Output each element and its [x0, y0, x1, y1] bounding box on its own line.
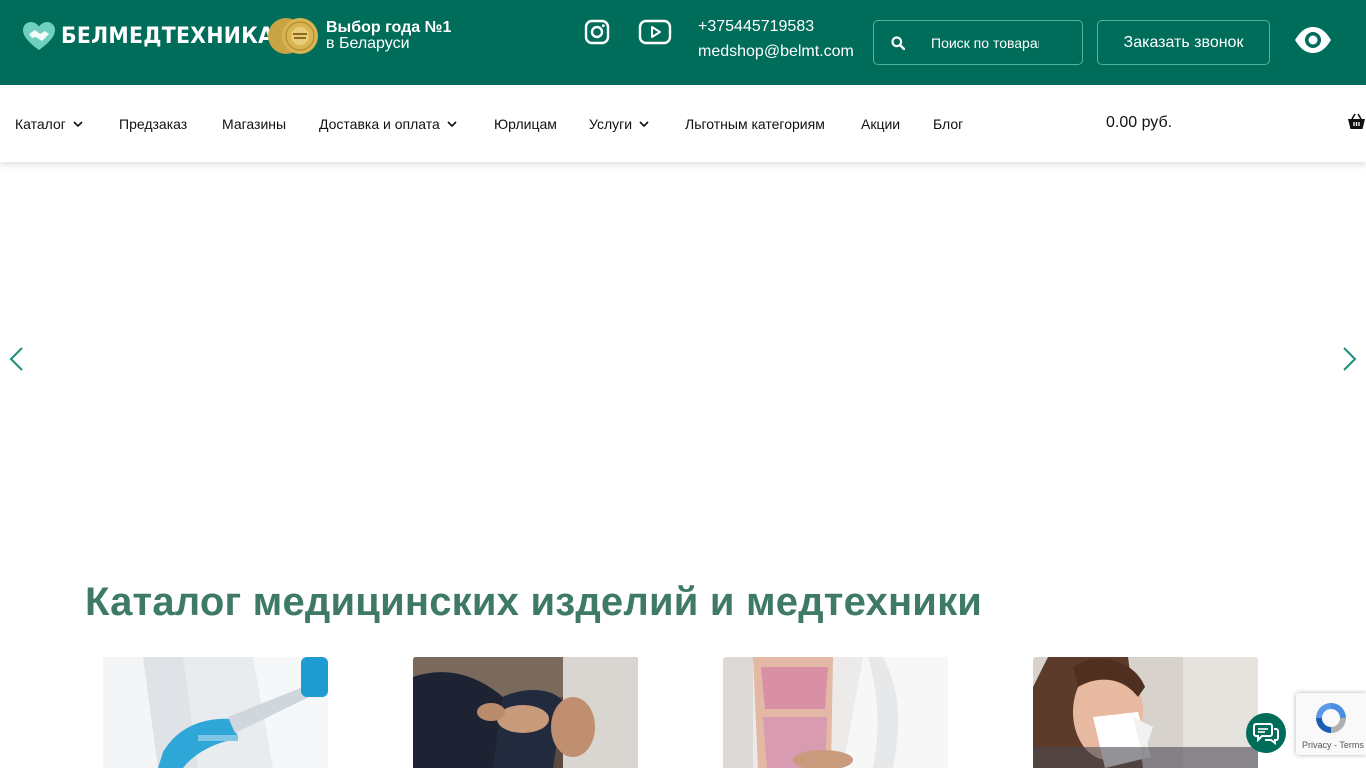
- nav-item-benefits[interactable]: Льготным категориям: [685, 116, 825, 132]
- nav-item-label: Услуги: [589, 116, 633, 132]
- woman-sneezing-photo: [1033, 657, 1258, 768]
- nav-item-blog[interactable]: Блог: [933, 116, 963, 132]
- search-box: [873, 20, 1083, 65]
- recaptcha-badge[interactable]: Privacy - Terms: [1296, 693, 1366, 755]
- nav-item-label: Предзаказ: [119, 116, 188, 132]
- eye-icon[interactable]: [1294, 26, 1332, 54]
- award-medal-icon: [268, 18, 318, 54]
- nav-item-legal[interactable]: Юрлицам: [494, 116, 557, 132]
- catalog-card-knee[interactable]: [413, 657, 638, 768]
- brand-logo[interactable]: БЕЛМЕДТЕХНИКА: [22, 20, 290, 52]
- catalog-card-cold[interactable]: [1033, 657, 1258, 768]
- catalog-card-lab-test[interactable]: [103, 657, 328, 768]
- nav-item-label: Магазины: [222, 116, 287, 132]
- nav-item-delivery[interactable]: Доставка и оплата: [319, 116, 457, 132]
- email-link[interactable]: medshop@belmt.com: [698, 39, 854, 64]
- hero-slider: [0, 162, 1366, 557]
- nav-item-preorder[interactable]: Предзаказ: [119, 116, 187, 132]
- instagram-icon: [584, 19, 610, 45]
- nav-item-label: Каталог: [15, 116, 66, 132]
- catalog-title: Каталог медицинских изделий и медтехники: [85, 580, 983, 624]
- catalog-card-massage[interactable]: [723, 657, 948, 768]
- brand-name: БЕЛМЕДТЕХНИКА: [61, 23, 275, 49]
- award-title: Выбор года №1: [326, 19, 452, 36]
- chevron-left-icon[interactable]: [7, 346, 25, 372]
- recaptcha-icon: [1316, 703, 1346, 733]
- nav-item-services[interactable]: Услуги: [589, 116, 649, 132]
- top-header: БЕЛМЕДТЕХНИКА Выбор года №1 в Беларуси +…: [0, 0, 1366, 85]
- massage-photo: [723, 657, 948, 768]
- heart-handshake-icon: [23, 22, 55, 50]
- youtube-icon: [638, 19, 672, 45]
- search-icon[interactable]: [874, 35, 922, 50]
- chevron-down-icon: [639, 120, 649, 127]
- main-nav: Каталог Предзаказ Магазины Доставка и оп…: [0, 85, 1366, 162]
- youtube-link[interactable]: [638, 18, 672, 46]
- award-caption: Выбор года №1 в Беларуси: [326, 20, 451, 52]
- chat-bubbles-icon: [1253, 723, 1279, 745]
- nav-item-stores[interactable]: Магазины: [222, 116, 286, 132]
- instagram-link[interactable]: [580, 18, 614, 46]
- chevron-right-icon[interactable]: [1341, 346, 1359, 372]
- cart-total[interactable]: 0.00 руб.: [1106, 114, 1172, 132]
- nav-item-label: Блог: [933, 116, 964, 132]
- nav-item-label: Акции: [861, 116, 901, 132]
- callback-button[interactable]: Заказать звонок: [1097, 20, 1270, 65]
- lab-test-photo: [103, 657, 328, 768]
- contacts: +375445719583 medshop@belmt.com: [698, 14, 854, 64]
- chat-button[interactable]: [1246, 713, 1286, 753]
- nav-item-promotions[interactable]: Акции: [861, 116, 900, 132]
- nav-item-label: Доставка и оплата: [319, 116, 440, 132]
- nav-item-label: Юрлицам: [494, 116, 557, 132]
- basket-icon[interactable]: [1347, 113, 1366, 130]
- recaptcha-links[interactable]: Privacy - Terms: [1302, 740, 1364, 750]
- phone-link[interactable]: +375445719583: [698, 14, 854, 39]
- search-input[interactable]: [931, 34, 1039, 51]
- nav-item-label: Льготным категориям: [685, 116, 825, 132]
- knee-pain-photo: [413, 657, 638, 768]
- chevron-down-icon: [447, 120, 457, 127]
- nav-item-catalog[interactable]: Каталог: [15, 116, 83, 132]
- award-subtitle: в Беларуси: [326, 35, 410, 52]
- chevron-down-icon: [73, 120, 83, 127]
